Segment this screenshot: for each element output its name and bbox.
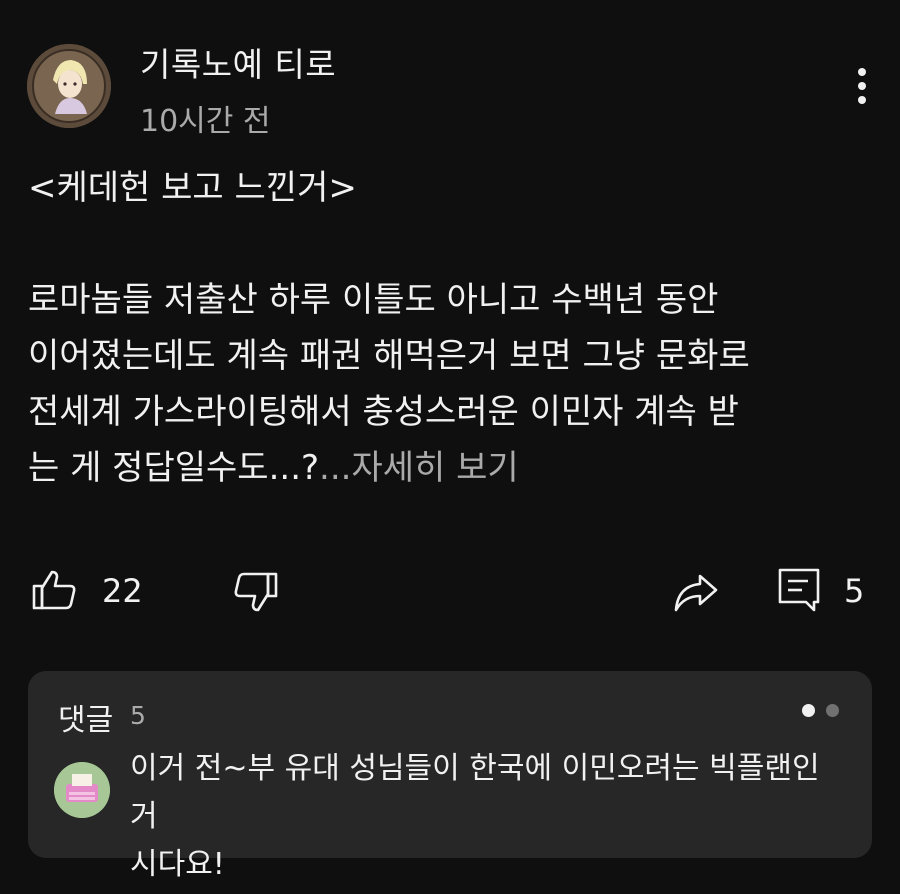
first-comment-text: 이거 전~부 유대 성님들이 한국에 이민오려는 빅플랜인 거 시다요! bbox=[130, 751, 820, 882]
anime-character-avatar-icon bbox=[27, 44, 111, 128]
post-time: 10시간 전 bbox=[140, 104, 271, 139]
post-body: <케데헌 보고 느낀거> 로마놈들 저출산 하루 이틀도 아니고 수백년 동안 … bbox=[28, 160, 878, 496]
like-count: 22 bbox=[102, 572, 143, 610]
share-icon[interactable] bbox=[672, 568, 720, 620]
thumbs-up-icon[interactable] bbox=[30, 566, 78, 618]
comment-icon[interactable] bbox=[776, 566, 824, 618]
action-bar: 22 5 bbox=[0, 560, 900, 620]
carousel-dot bbox=[826, 704, 839, 717]
comment-count: 5 bbox=[844, 572, 865, 610]
commenter-avatar[interactable] bbox=[54, 762, 110, 818]
comments-count: 5 bbox=[130, 701, 146, 730]
carousel-dot-active bbox=[802, 704, 815, 717]
pink-typewriter-avatar-icon bbox=[54, 762, 110, 818]
read-more-link[interactable]: ...자세히 보기 bbox=[319, 448, 519, 488]
thumbs-down-icon[interactable] bbox=[232, 568, 280, 620]
author-avatar[interactable] bbox=[27, 44, 111, 128]
post-body-text: <케데헌 보고 느낀거> 로마놈들 저출산 하루 이틀도 아니고 수백년 동안 … bbox=[28, 168, 750, 488]
comments-title: 댓글 bbox=[58, 703, 114, 738]
author-name[interactable]: 기록노예 티로 bbox=[140, 38, 336, 86]
more-vertical-icon[interactable] bbox=[846, 62, 878, 112]
comments-preview-card[interactable]: 댓글 5 이거 전~부 유대 성님들이 한국에 이민오려는 빅플랜인 거 시다요… bbox=[28, 671, 872, 882]
